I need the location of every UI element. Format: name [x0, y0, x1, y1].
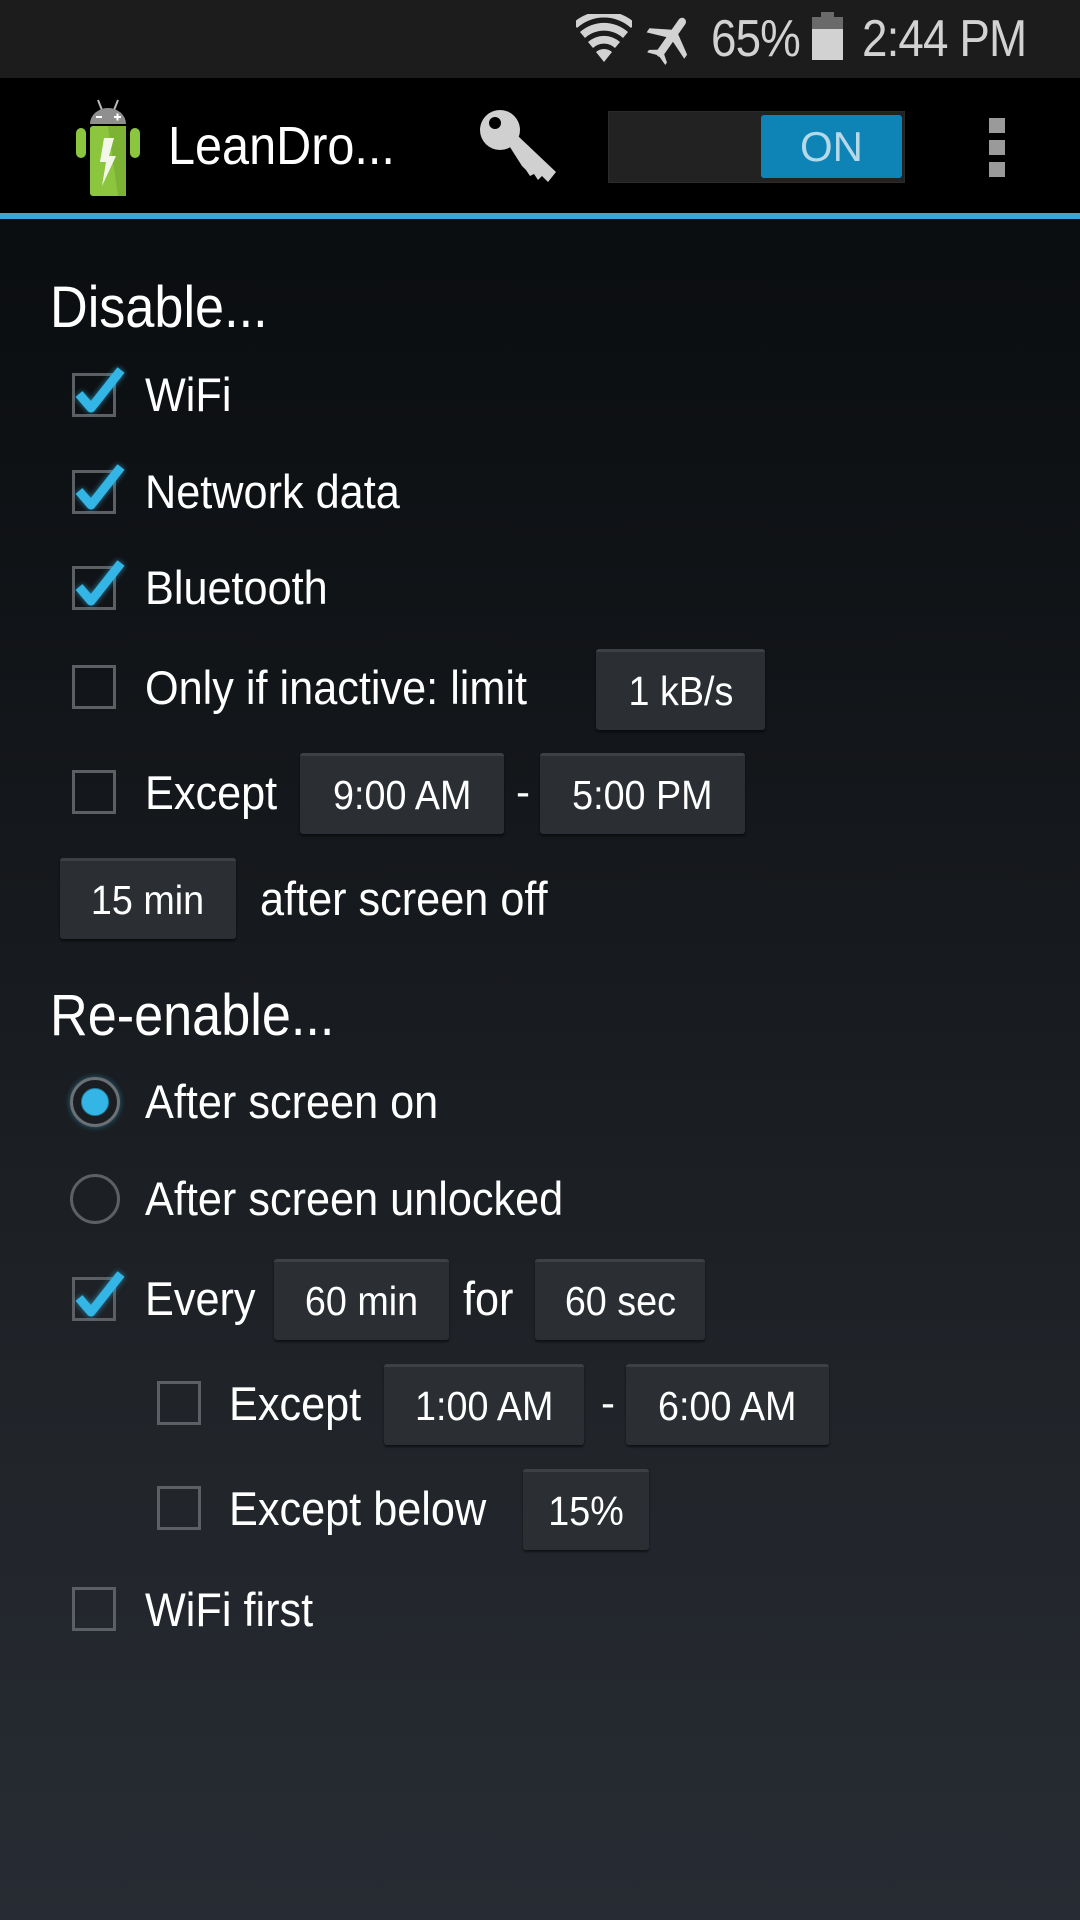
reenable-except-start-button[interactable]: 1:00 AM	[384, 1364, 584, 1445]
after-screen-off-label: after screen off	[260, 872, 548, 925]
reenable-except-end-button[interactable]: 6:00 AM	[626, 1364, 829, 1445]
except-start-time-button[interactable]: 9:00 AM	[300, 753, 504, 834]
leandroid-battery-icon[interactable]	[74, 98, 142, 198]
only-if-inactive-label: Only if inactive: limit	[145, 661, 528, 714]
except-below-checkbox[interactable]	[157, 1486, 201, 1530]
clock: 2:44 PM	[862, 10, 1027, 68]
time-range-separator: -	[516, 768, 530, 815]
time-range-separator: -	[601, 1379, 615, 1426]
network-data-checkbox[interactable]	[72, 464, 125, 514]
except-end-time-button[interactable]: 5:00 PM	[540, 753, 745, 834]
app-title: LeanDro...	[168, 116, 395, 176]
disable-heading: Disable...	[50, 275, 268, 340]
checkmark-icon	[75, 560, 125, 606]
delay-button[interactable]: 15 min	[60, 858, 236, 939]
airplane-mode-icon	[646, 17, 688, 65]
battery-threshold-button[interactable]: 15%	[523, 1469, 649, 1550]
reenable-heading: Re-enable...	[50, 983, 335, 1048]
overflow-menu-icon[interactable]	[980, 112, 1014, 182]
wifi-icon	[576, 14, 632, 62]
wifi-first-checkbox[interactable]	[72, 1587, 116, 1631]
checkmark-icon	[75, 1271, 125, 1317]
wifi-first-label: WiFi first	[145, 1583, 314, 1636]
key-icon[interactable]	[478, 108, 558, 188]
after-screen-on-radio[interactable]	[70, 1077, 120, 1127]
reenable-interval-button[interactable]: 60 min	[274, 1259, 449, 1340]
except-hours-label: Except	[145, 766, 278, 819]
wifi-checkbox[interactable]	[72, 367, 125, 417]
wifi-label: WiFi	[145, 368, 232, 421]
every-label: Every	[145, 1272, 256, 1325]
checkmark-icon	[75, 464, 125, 510]
battery-percent: 65%	[711, 10, 801, 68]
reenable-except-hours-checkbox[interactable]	[157, 1381, 201, 1425]
data-limit-button[interactable]: 1 kB/s	[596, 649, 765, 730]
except-below-label: Except below	[229, 1482, 487, 1535]
after-screen-unlocked-label: After screen unlocked	[145, 1172, 564, 1225]
bluetooth-label: Bluetooth	[145, 561, 328, 614]
toggle-on-label[interactable]: ON	[761, 115, 902, 178]
radio-selected-dot	[81, 1088, 109, 1116]
reenable-except-hours-label: Except	[229, 1377, 362, 1430]
every-checkbox[interactable]	[72, 1271, 125, 1321]
action-bar-divider	[0, 213, 1080, 219]
network-data-label: Network data	[145, 465, 400, 518]
battery-icon	[812, 12, 843, 60]
checkmark-icon	[75, 367, 125, 413]
only-if-inactive-checkbox[interactable]	[72, 665, 116, 709]
after-screen-unlocked-radio[interactable]	[70, 1174, 120, 1224]
after-screen-on-label: After screen on	[145, 1075, 439, 1128]
for-label: for	[463, 1272, 514, 1325]
except-hours-checkbox[interactable]	[72, 770, 116, 814]
status-bar: 65% 2:44 PM	[0, 0, 1080, 78]
reenable-duration-button[interactable]: 60 sec	[535, 1259, 705, 1340]
bluetooth-checkbox[interactable]	[72, 560, 125, 610]
